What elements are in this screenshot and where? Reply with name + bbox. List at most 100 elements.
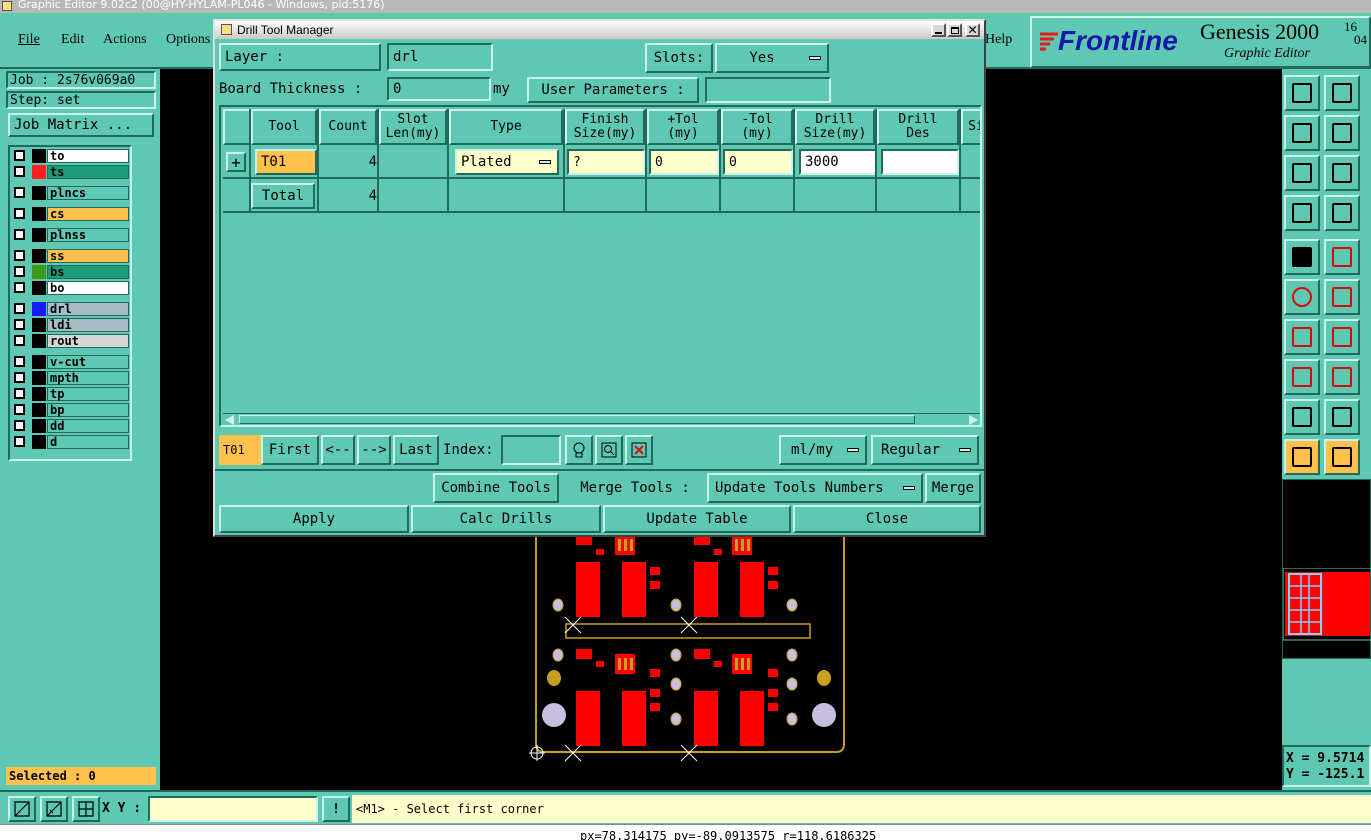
node-graph-button[interactable] [1284,279,1320,315]
layer-checkbox[interactable] [14,150,25,161]
layer-checkbox[interactable] [14,436,25,447]
layer-row-v-cut[interactable]: v-cut [12,355,129,369]
maximize-button[interactable] [947,23,962,37]
snap-icon-3[interactable] [72,796,100,822]
mode-dropdown[interactable]: Regular [871,435,979,465]
layer-name[interactable]: bp [47,403,129,417]
snap-icon-1[interactable] [8,796,36,822]
layer-checkbox[interactable] [14,335,25,346]
table-row[interactable]: + T01 4 Plated ? 0 0 3000 [223,145,980,179]
index-input[interactable] [501,435,561,465]
menu-options[interactable]: Options [166,32,210,48]
layer-checkbox[interactable] [14,388,25,399]
page-down-button[interactable] [1324,75,1360,111]
layer-checkbox[interactable] [14,356,25,367]
xy-input[interactable] [148,796,318,822]
layer-name[interactable]: ss [47,249,129,263]
first-button[interactable]: First [261,435,319,465]
polygon-button[interactable] [1284,399,1320,435]
layer-row-drl[interactable]: drl [12,302,129,316]
page-left-button[interactable] [1284,115,1320,151]
close-x-button[interactable]: ✕ [965,23,980,37]
tool-settings-button[interactable] [1284,195,1320,231]
units-dropdown[interactable]: ml/my [779,435,867,465]
apply-button[interactable]: Apply [219,505,409,533]
expand-row-button[interactable]: + [226,152,246,172]
user-parameters-input[interactable] [705,77,831,103]
draw-button[interactable] [1324,239,1360,275]
drill-des-input[interactable] [881,149,959,175]
pointer-button[interactable] [1284,439,1320,475]
minimize-button[interactable] [931,23,946,37]
layer-checkbox[interactable] [14,319,25,330]
mountain-button[interactable] [1324,399,1360,435]
type-dropdown[interactable]: Plated [455,149,559,175]
layer-name[interactable]: v-cut [47,355,129,369]
layer-row-dd[interactable]: dd [12,419,129,433]
combine-tools-button[interactable]: Combine Tools [433,473,559,503]
layer-name[interactable]: plncs [47,186,129,200]
layer-row-d[interactable]: d [12,435,129,449]
menu-file[interactable]: File [18,32,40,48]
slots-dropdown[interactable]: Yes [715,43,829,73]
probe-button[interactable] [1324,195,1360,231]
layer-checkbox[interactable] [14,404,25,415]
minus-tol-input[interactable]: 0 [723,149,793,175]
layer-row-bo[interactable]: bo [12,281,129,295]
layer-name[interactable]: mpth [47,371,129,385]
finish-size-input[interactable]: ? [567,149,645,175]
select-net-button[interactable] [1284,239,1320,275]
cross-button[interactable] [1324,279,1360,315]
scroll-right-icon[interactable] [969,415,978,425]
job-matrix-button[interactable]: Job Matrix ... [8,113,154,137]
layer-row-ss[interactable]: ss [12,249,129,263]
layer-name[interactable]: ldi [47,318,129,332]
layer-row-ldi[interactable]: ldi [12,318,129,332]
layer-row-bs[interactable]: bs [12,265,129,279]
plus-tol-input[interactable]: 0 [649,149,719,175]
layer-row-to[interactable]: to [12,149,129,163]
horizontal-scrollbar[interactable] [223,413,980,425]
layer-row-rout[interactable]: rout [12,334,129,348]
layer-name[interactable]: rout [47,334,129,348]
pointer-select-button[interactable] [1324,439,1360,475]
layer-row-tp[interactable]: tp [12,387,129,401]
tool-cell-button[interactable]: T01 [255,149,317,175]
page-up-button[interactable] [1284,75,1320,111]
layer-checkbox[interactable] [14,303,25,314]
pad-add-button[interactable] [1284,359,1320,395]
menu-actions[interactable]: Actions [103,32,147,48]
layer-name[interactable]: cs [47,207,129,221]
layer-row-plncs[interactable]: plncs [12,186,129,200]
bulb-button[interactable] [565,435,593,465]
line-angle-button[interactable] [1324,319,1360,355]
layer-name[interactable]: d [47,435,129,449]
pan-button[interactable] [1324,155,1360,191]
menu-help[interactable]: Help [985,32,1012,48]
line-red-button[interactable] [1284,319,1320,355]
layer-checkbox[interactable] [14,282,25,293]
layer-checkbox[interactable] [14,420,25,431]
layer-checkbox[interactable] [14,166,25,177]
layer-checkbox[interactable] [14,266,25,277]
layer-row-bp[interactable]: bp [12,403,129,417]
board-thickness-input[interactable]: 0 [387,77,491,101]
layer-row-mpth[interactable]: mpth [12,371,129,385]
layer-checkbox[interactable] [14,208,25,219]
line-horiz-button[interactable] [1324,359,1360,395]
layer-checkbox[interactable] [14,372,25,383]
prev-button[interactable]: <-- [321,435,355,465]
layer-checkbox[interactable] [14,187,25,198]
close-button[interactable]: Close [793,505,981,533]
page-right-button[interactable] [1324,115,1360,151]
layer-checkbox[interactable] [14,229,25,240]
next-button[interactable]: --> [357,435,391,465]
layer-name[interactable]: plnss [47,228,129,242]
layer-input[interactable]: drl [387,43,493,71]
update-tools-numbers-dropdown[interactable]: Update Tools Numbers [707,473,923,503]
zoom-fit-button[interactable] [1284,155,1320,191]
overview-map[interactable] [1282,479,1371,659]
scroll-thumb[interactable] [239,415,915,424]
layer-name[interactable]: to [47,149,129,163]
scroll-left-icon[interactable] [225,415,234,425]
